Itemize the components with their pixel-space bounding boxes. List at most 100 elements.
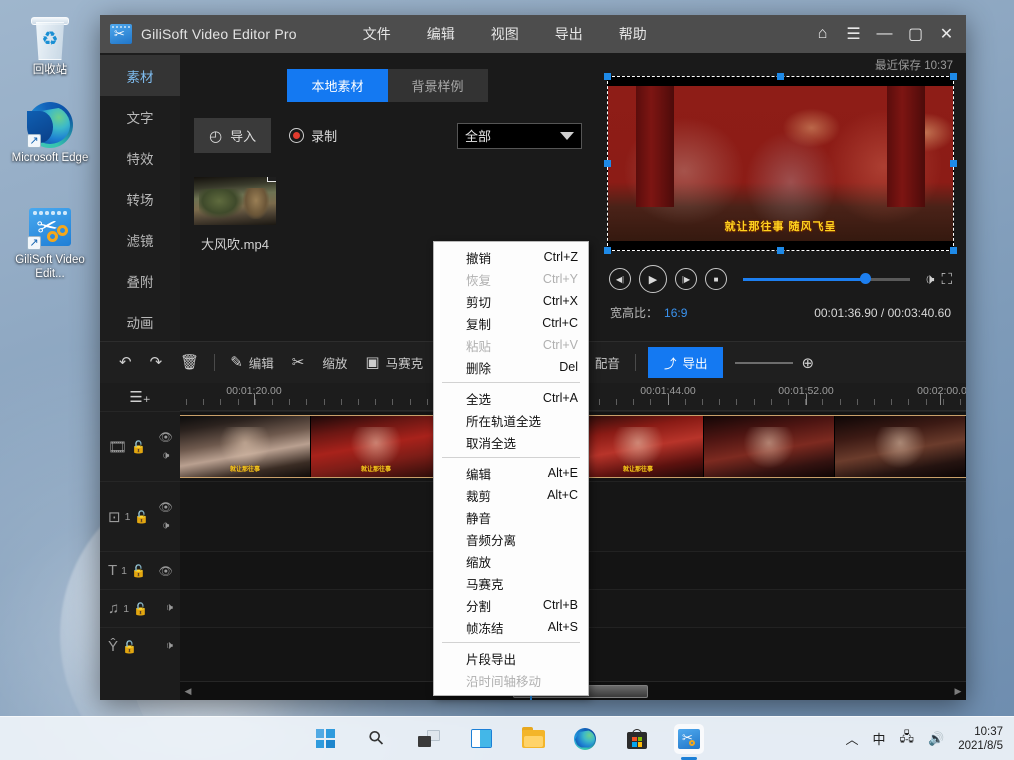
import-button[interactable]: ◴ 导入 [194, 118, 272, 153]
desktop-icon-gilisoft[interactable]: ✂ ↗ GiliSoft Video Edit... [2, 200, 98, 281]
menu-view[interactable]: 视图 [473, 20, 537, 48]
tab-background-samples[interactable]: 背景样例 [387, 69, 488, 102]
audio-icon[interactable]: 🕩 [166, 640, 173, 653]
menu-help[interactable]: 帮助 [601, 20, 665, 48]
track-header-overlay[interactable]: ⊡ 1 🔓 👁 🕩 [100, 481, 180, 551]
delete-button[interactable]: 🗑 [171, 348, 208, 378]
resize-handle-top-left[interactable] [604, 73, 611, 80]
zoom-slider-track[interactable] [735, 361, 794, 364]
audio-icon[interactable]: 🕩 [166, 602, 173, 615]
context-menu-item[interactable]: 删除 Del [434, 356, 588, 378]
sidebar-item-animation[interactable]: 动画 [100, 301, 180, 342]
zoom-button[interactable]: 缩放 [313, 348, 356, 378]
context-menu-item[interactable]: 复制 Ctrl+C [434, 312, 588, 334]
step-back-button[interactable]: ◀| [609, 268, 631, 290]
stop-button[interactable]: ■ [705, 268, 727, 290]
start-button[interactable] [310, 724, 340, 754]
show-hidden-icons[interactable]: ︿ [846, 729, 859, 748]
record-button[interactable]: 录制 [289, 126, 337, 145]
context-menu-item[interactable]: 全选 Ctrl+A [434, 387, 588, 409]
taskbar-clock[interactable]: 10:37 2021/8/5 [958, 725, 1003, 753]
context-menu-item[interactable]: 取消全选 [434, 431, 588, 453]
context-menu-item[interactable]: 音频分离 [434, 528, 588, 550]
sidebar-item-effects[interactable]: 特效 [100, 137, 180, 178]
task-view-button[interactable] [414, 724, 444, 754]
file-explorer-button[interactable] [518, 724, 548, 754]
close-icon[interactable]: ✕ [931, 19, 962, 49]
video-viewport[interactable]: 就让那往事 随风飞呈 [604, 73, 957, 254]
export-button[interactable]: ⤴ 导出 [647, 347, 724, 378]
unlock-icon[interactable]: 🔓 [133, 602, 148, 616]
hamburger-icon[interactable]: ☰ [838, 19, 869, 49]
track-header-text[interactable]: T 1 🔓 👁 [100, 551, 180, 589]
split-button[interactable]: ✂ [283, 348, 314, 378]
play-button[interactable]: ▶ [639, 265, 667, 293]
gilisoft-taskbar-button[interactable]: ✂ [674, 723, 704, 760]
maximize-icon[interactable]: ▢ [900, 19, 931, 49]
scroll-right-arrow[interactable]: ▶ [950, 686, 966, 697]
eye-icon[interactable]: 👁 [158, 564, 173, 578]
context-menu-item[interactable]: 撤销 Ctrl+Z [434, 246, 588, 268]
media-filter-select[interactable]: 全部 [457, 122, 582, 149]
desktop-icon-recycle-bin[interactable]: ♻ 回收站 [2, 10, 98, 77]
store-button[interactable] [622, 724, 652, 754]
track-header-video[interactable]: 🎞 🔓 👁 🕩 [100, 411, 180, 481]
desktop-icon-edge[interactable]: ↗ Microsoft Edge [2, 98, 98, 165]
track-header-music[interactable]: ♫ 1 🔓 🕩 [100, 589, 180, 627]
fullscreen-icon[interactable]: ⛶ [941, 271, 952, 288]
search-button[interactable]: ⚲ [362, 724, 392, 754]
context-menu-item[interactable]: 帧冻结 Alt+S [434, 616, 588, 638]
add-track-icon[interactable]: ☰₊ [100, 383, 180, 411]
audio-icon[interactable]: 🕩 [162, 450, 169, 463]
zoom-in-icon[interactable]: ⊕ [801, 354, 814, 372]
unlock-icon[interactable]: 🔓 [122, 640, 137, 654]
sidebar-item-transitions[interactable]: 转场 [100, 178, 180, 219]
track-header-voice[interactable]: Ŷ 🔓 🕩 [100, 627, 180, 665]
edge-button[interactable] [570, 724, 600, 754]
speaker-icon[interactable]: 🕩 [925, 271, 934, 288]
sidebar-item-text[interactable]: 文字 [100, 96, 180, 137]
redo-button[interactable]: ↷ [141, 348, 172, 378]
sidebar-item-overlay[interactable]: 叠附 [100, 260, 180, 301]
menu-export[interactable]: 导出 [537, 20, 601, 48]
context-menu-item[interactable]: 马赛克 [434, 572, 588, 594]
context-menu-item[interactable]: 编辑 Alt+E [434, 462, 588, 484]
context-menu-item[interactable]: 缩放 [434, 550, 588, 572]
resize-handle-bottom-center[interactable] [776, 247, 784, 254]
resize-handle-top-center[interactable] [776, 73, 784, 80]
unlock-icon[interactable]: 🔓 [134, 510, 149, 524]
step-forward-button[interactable]: |▶ [675, 268, 697, 290]
audio-icon[interactable]: 🕩 [162, 520, 169, 533]
resize-handle-middle-left[interactable] [604, 159, 611, 167]
seek-slider[interactable] [743, 272, 911, 286]
edit-button[interactable]: ✎ 编辑 [221, 348, 283, 378]
context-menu-item[interactable]: 片段导出 [434, 647, 588, 669]
resize-handle-bottom-left[interactable] [604, 247, 611, 254]
context-menu[interactable]: 撤销 Ctrl+Z 恢复 Ctrl+Y 剪切 Ctrl+X 复制 Ctrl+C 粘贴 Ctrl+V… [433, 241, 589, 696]
scroll-left-arrow[interactable]: ◀ [180, 686, 196, 697]
widgets-button[interactable] [466, 724, 496, 754]
resize-handle-bottom-right[interactable] [950, 247, 957, 254]
seek-handle[interactable] [859, 273, 871, 284]
minimize-icon[interactable]: — [869, 19, 900, 49]
network-icon[interactable]: 🖧 [900, 728, 915, 750]
ime-indicator[interactable]: 中 [873, 729, 886, 748]
sidebar-item-filters[interactable]: 滤镜 [100, 219, 180, 260]
eye-icon[interactable]: 👁 [158, 430, 173, 444]
resize-handle-middle-right[interactable] [950, 159, 957, 167]
timeline-zoom-slider[interactable]: ⊕ [735, 354, 814, 372]
eye-icon[interactable]: 👁 [158, 500, 173, 514]
menu-file[interactable]: 文件 [345, 20, 409, 48]
undo-button[interactable]: ↶ [110, 348, 141, 378]
home-icon[interactable]: ⌂ [807, 19, 838, 49]
context-menu-item[interactable]: 所在轨道全选 [434, 409, 588, 431]
resize-handle-top-right[interactable] [950, 73, 957, 80]
tab-local-media[interactable]: 本地素材 [287, 69, 388, 102]
mosaic-button[interactable]: ▣ 马赛克 [356, 348, 432, 378]
context-menu-item[interactable]: 剪切 Ctrl+X [434, 290, 588, 312]
volume-icon[interactable]: 🔊 [928, 731, 944, 747]
unlock-icon[interactable]: 🔓 [131, 440, 146, 454]
unlock-icon[interactable]: 🔓 [131, 564, 146, 578]
context-menu-item[interactable]: 分割 Ctrl+B [434, 594, 588, 616]
media-item[interactable]: ▶ 大风吹.mp4 [194, 177, 276, 253]
